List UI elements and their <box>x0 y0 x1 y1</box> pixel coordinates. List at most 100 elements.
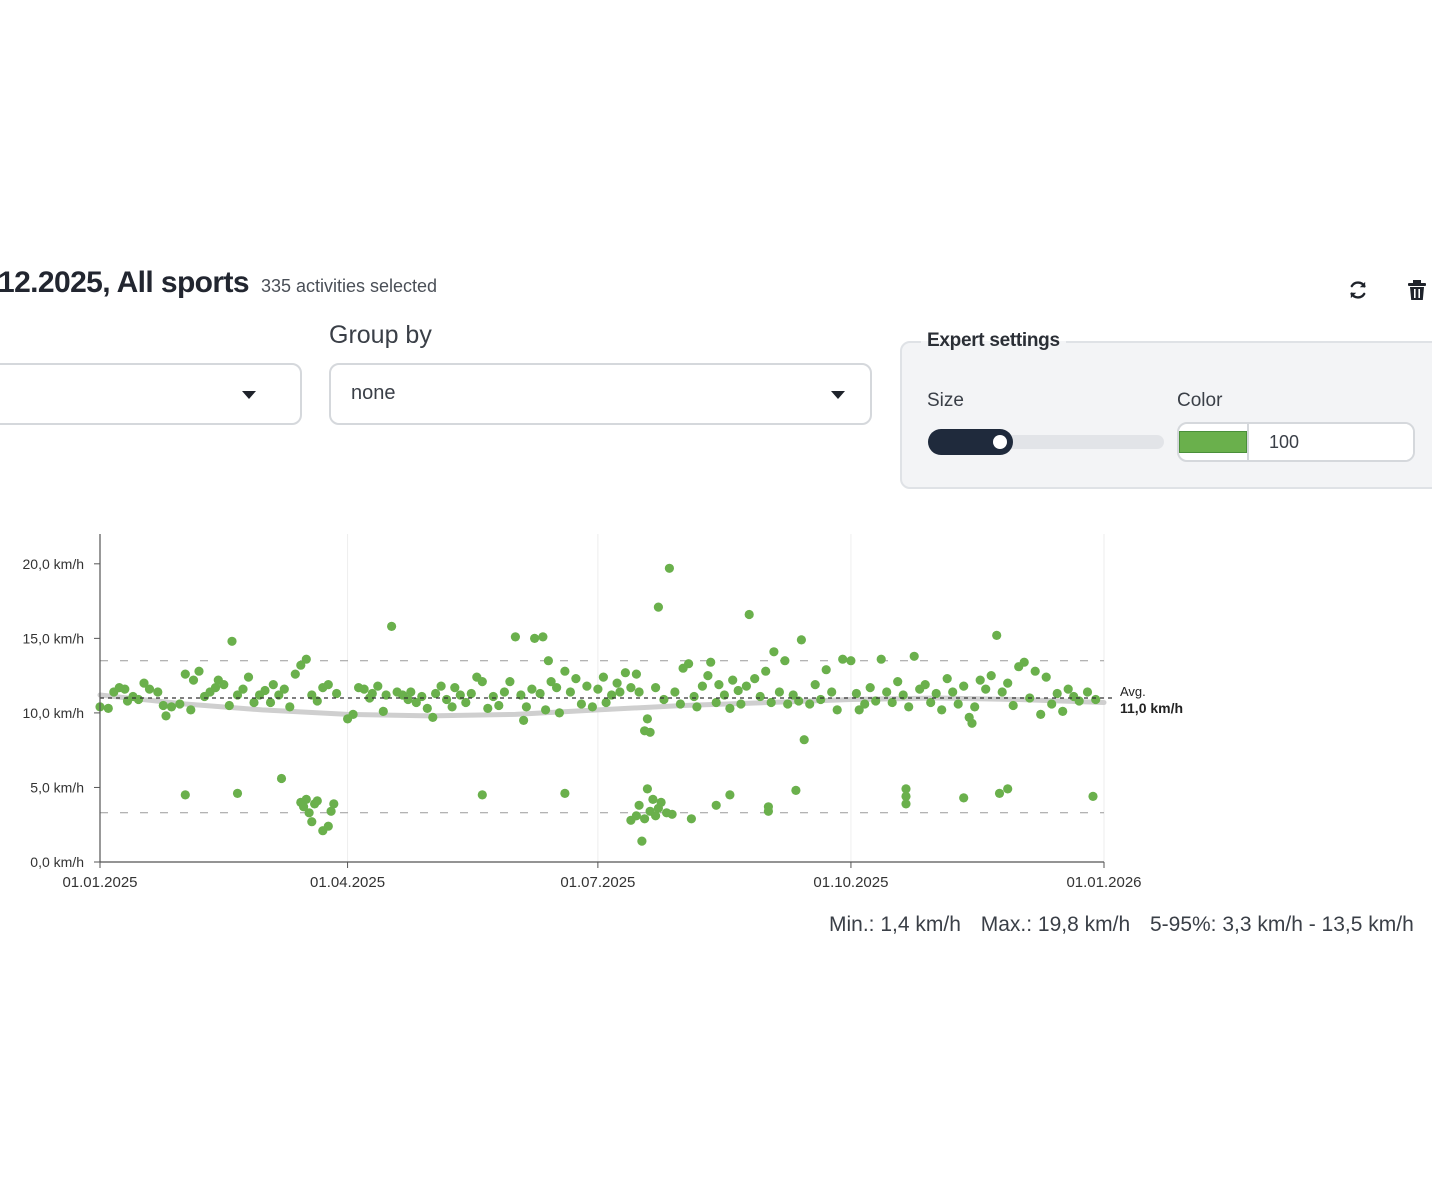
data-point <box>571 674 581 684</box>
x-tick-label: 01.01.2025 <box>62 874 137 891</box>
group-by-label: Group by <box>329 321 432 349</box>
data-point <box>664 563 675 573</box>
data-point <box>428 712 438 722</box>
data-point <box>560 666 570 676</box>
trash-icon-glyph <box>1408 280 1426 300</box>
data-point <box>670 687 680 697</box>
data-point <box>920 680 930 690</box>
data-point <box>1052 688 1062 699</box>
data-point <box>714 680 724 690</box>
data-point <box>601 697 611 708</box>
y-tick-label: 5,0 km/h <box>30 779 84 795</box>
data-point <box>265 697 276 708</box>
speed-scatter-chart: Avg.11,0 km/h 0,0 km/h 5,0 km/h 10,0 km/h 15… <box>23 534 1183 891</box>
data-point <box>260 685 270 696</box>
group-by-select-value: none <box>351 382 396 404</box>
page-header: 12.2025, All sports 335 activities selec… <box>0 266 437 310</box>
data-point <box>1082 687 1093 697</box>
data-point <box>312 796 322 806</box>
stat-min: Min.: 1,4 km/h <box>829 913 961 936</box>
data-point <box>959 681 969 691</box>
data-point <box>1003 678 1013 688</box>
data-point <box>560 788 570 798</box>
data-point <box>810 680 820 690</box>
data-point <box>953 699 963 709</box>
y-tick-label: 20,0 km/h <box>23 556 84 572</box>
x-tick-label: 01.01.2026 <box>1066 874 1141 891</box>
color-swatch <box>1179 431 1247 453</box>
data-point <box>301 794 311 804</box>
data-point <box>243 672 254 682</box>
data-point <box>417 691 427 702</box>
size-slider[interactable] <box>928 429 1164 455</box>
color-picker-group <box>1177 422 1415 462</box>
data-point <box>1063 684 1073 694</box>
activities-count: 335 activities selected <box>260 276 438 296</box>
data-point <box>876 654 886 664</box>
stats-line: Min.: 1,4 km/h Max.: 19,8 km/h 5-95%: 3,… <box>829 913 1428 937</box>
stat-percentile-range: 5-95%: 3,3 km/h - 13,5 km/h <box>1149 913 1414 936</box>
metric-select[interactable] <box>0 363 302 425</box>
data-point <box>975 675 985 685</box>
data-point <box>931 688 941 699</box>
data-point <box>552 683 562 693</box>
data-point <box>332 688 342 699</box>
data-point <box>893 677 903 687</box>
data-point <box>909 651 919 661</box>
data-point <box>304 808 314 818</box>
data-point <box>582 681 592 691</box>
refresh-icon-glyph <box>1350 281 1366 299</box>
data-point <box>488 691 498 702</box>
data-point <box>461 697 471 708</box>
refresh-icon[interactable] <box>1346 278 1370 302</box>
data-point <box>755 691 765 702</box>
data-point <box>645 727 655 737</box>
data-point <box>725 703 735 713</box>
data-point <box>510 632 520 642</box>
data-point <box>651 683 661 693</box>
data-point <box>642 784 653 794</box>
data-point <box>194 666 204 676</box>
data-point <box>948 687 958 697</box>
data-point <box>232 788 243 798</box>
page-title: 12.2025, All sports <box>0 266 250 299</box>
x-tick-label: 01.04.2025 <box>310 874 385 891</box>
data-point <box>736 699 746 709</box>
data-point <box>422 703 432 713</box>
opacity-input[interactable] <box>1249 424 1413 460</box>
data-point <box>323 680 333 690</box>
data-point <box>290 669 300 679</box>
data-point <box>367 688 377 699</box>
data-point <box>689 691 699 702</box>
group-by-select[interactable]: none <box>329 363 872 425</box>
data-point <box>697 681 708 691</box>
data-point <box>774 687 785 697</box>
data-point <box>301 654 311 664</box>
data-point <box>483 703 493 713</box>
data-point <box>744 609 754 620</box>
chevron-down-icon <box>831 391 845 399</box>
data-point <box>249 697 259 708</box>
data-point <box>1058 706 1068 716</box>
trash-icon[interactable] <box>1405 278 1429 302</box>
size-label: Size <box>927 390 964 411</box>
data-point <box>761 666 771 676</box>
data-point <box>642 714 653 724</box>
data-point <box>188 675 199 685</box>
color-picker-button[interactable] <box>1179 424 1249 460</box>
data-point <box>882 687 892 697</box>
data-point <box>631 811 642 821</box>
data-point <box>1019 657 1029 667</box>
data-point <box>904 702 914 712</box>
data-point <box>733 685 743 696</box>
data-point <box>387 621 397 631</box>
data-point <box>637 836 647 846</box>
size-slider-thumb[interactable] <box>993 435 1007 449</box>
data-point <box>959 793 969 803</box>
data-point <box>1047 699 1057 709</box>
data-point <box>238 684 248 694</box>
data-point <box>227 636 237 646</box>
data-point <box>477 790 487 800</box>
data-point <box>942 674 952 684</box>
data-point <box>576 699 587 709</box>
